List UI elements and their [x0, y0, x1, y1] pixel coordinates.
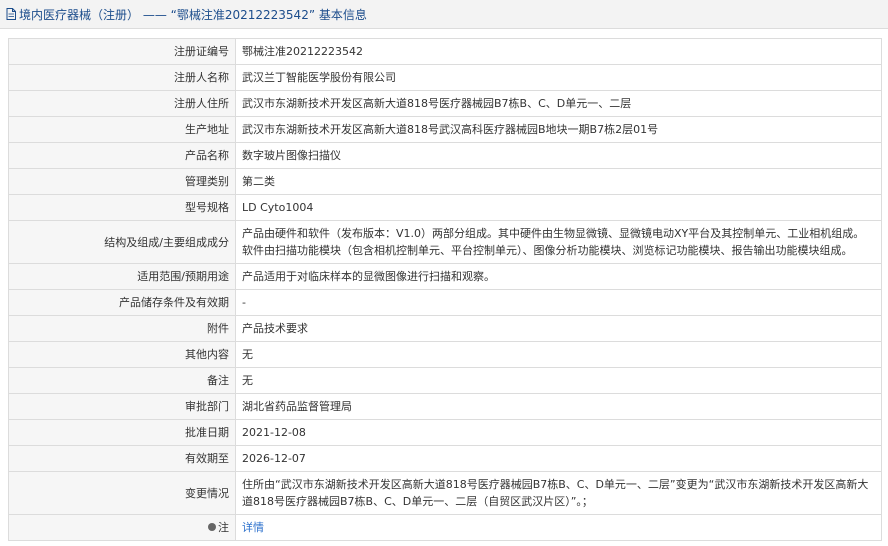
row-value: 无: [235, 341, 882, 368]
row-label: 其他内容: [8, 341, 236, 368]
row-label: 附件: [8, 315, 236, 342]
detail-table: 注册证编号 鄂械注准20212223542 注册人名称 武汉兰丁智能医学股份有限公司注…: [8, 38, 882, 541]
page-title: 境内医疗器械（注册） —— “鄂械注准20212223542” 基本信息: [19, 7, 367, 22]
row-value: 2026-12-07: [235, 445, 882, 472]
table-row: 注册人名称 武汉兰丁智能医学股份有限公司: [8, 64, 882, 91]
table-row: 审批部门 湖北省药品监督管理局: [8, 393, 882, 420]
row-label: 管理类别: [8, 168, 236, 195]
row-value: -: [235, 289, 882, 316]
row-value: 鄂械注准20212223542: [235, 38, 882, 65]
row-value: LD Cyto1004: [235, 194, 882, 221]
row-value: 产品技术要求: [235, 315, 882, 342]
row-label: 产品储存条件及有效期: [8, 289, 236, 316]
row-value: 2021-12-08: [235, 419, 882, 446]
details-link[interactable]: 详情: [242, 521, 264, 534]
page-title-bar: 境内医疗器械（注册） —— “鄂械注准20212223542” 基本信息: [0, 0, 888, 29]
row-label: 变更情况: [8, 471, 236, 515]
table-row: 结构及组成/主要组成成分 产品由硬件和软件（发布版本：V1.0）两部分组成。其中硬…: [8, 220, 882, 264]
table-row: 变更情况 住所由“武汉市东湖新技术开发区高新大道818号医疗器械园B7栋B、C、D…: [8, 471, 882, 515]
table-row: 型号规格 LD Cyto1004: [8, 194, 882, 221]
table-row: 管理类别 第二类: [8, 168, 882, 195]
table-row: 适用范围/预期用途 产品适用于对临床样本的显微图像进行扫描和观察。: [8, 263, 882, 290]
row-value: 湖北省药品监督管理局: [235, 393, 882, 420]
table-row: 有效期至 2026-12-07: [8, 445, 882, 472]
table-row: 生产地址 武汉市东湖新技术开发区高新大道818号武汉高科医疗器械园B地块一期B7栋…: [8, 116, 882, 143]
table-row: 产品储存条件及有效期 -: [8, 289, 882, 316]
table-row: 注册证编号 鄂械注准20212223542: [8, 38, 882, 65]
table-row: 其他内容无: [8, 341, 882, 368]
table-row: 批准日期 2021-12-08: [8, 419, 882, 446]
row-label: 批准日期: [8, 419, 236, 446]
row-label: 审批部门: [8, 393, 236, 420]
row-value: 产品由硬件和软件（发布版本：V1.0）两部分组成。其中硬件由生物显微镜、显微镜电…: [235, 220, 882, 264]
table-row: 产品名称 数字玻片图像扫描仪: [8, 142, 882, 169]
location-pin-icon: [208, 523, 216, 531]
row-label: 适用范围/预期用途: [8, 263, 236, 290]
row-label: 生产地址: [8, 116, 236, 143]
note-label: 注: [218, 521, 229, 534]
row-value: 数字玻片图像扫描仪: [235, 142, 882, 169]
row-label: 有效期至: [8, 445, 236, 472]
table-row: 注册人住所 武汉市东湖新技术开发区高新大道818号医疗器械园B7栋B、C、D单元一…: [8, 90, 882, 117]
row-label: 型号规格: [8, 194, 236, 221]
row-value: 产品适用于对临床样本的显微图像进行扫描和观察。: [235, 263, 882, 290]
row-value: 住所由“武汉市东湖新技术开发区高新大道818号医疗器械园B7栋B、C、D单元一、…: [235, 471, 882, 515]
row-label: 注册证编号: [8, 38, 236, 65]
table-row: 备注无: [8, 367, 882, 394]
row-label: 注册人住所: [8, 90, 236, 117]
table-row: 附件 产品技术要求: [8, 315, 882, 342]
row-value: 武汉市东湖新技术开发区高新大道818号医疗器械园B7栋B、C、D单元一、二层: [235, 90, 882, 117]
row-value: 第二类: [235, 168, 882, 195]
row-label: 备注: [8, 367, 236, 394]
row-value: 武汉兰丁智能医学股份有限公司: [235, 64, 882, 91]
row-label: 结构及组成/主要组成成分: [8, 220, 236, 264]
document-icon: [6, 8, 16, 20]
row-value: 无: [235, 367, 882, 394]
row-value: 武汉市东湖新技术开发区高新大道818号武汉高科医疗器械园B地块一期B7栋2层01…: [235, 116, 882, 143]
row-label: 产品名称: [8, 142, 236, 169]
note-row: 注 详情: [8, 514, 882, 541]
row-label: 注册人名称: [8, 64, 236, 91]
